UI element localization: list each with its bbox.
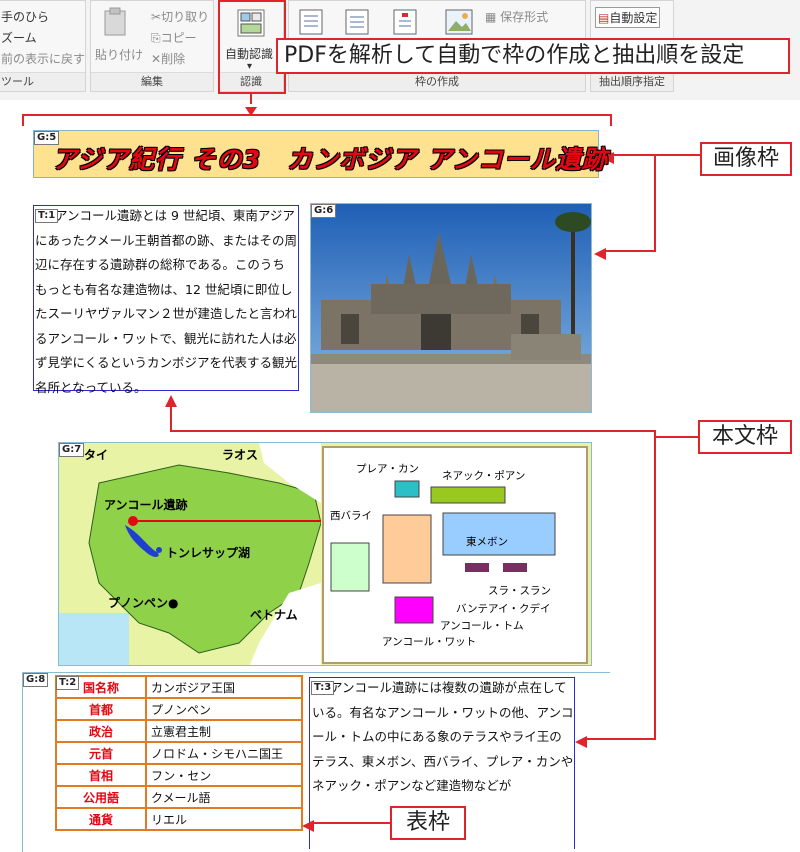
table-value-cell: プノンペン: [145, 697, 303, 721]
frame-tag-t3: T:3: [311, 681, 335, 695]
callout-line-text-1: [654, 436, 698, 438]
table-row: 国名称 カンボジア王国: [55, 675, 303, 699]
frame-tag-g5: G:5: [34, 131, 60, 145]
frame-tag-g8: G:8: [23, 673, 49, 687]
site-label-srah-srang: スラ・スラン: [488, 585, 551, 597]
arrow-left-icon: [575, 733, 587, 752]
clipboard-icon[interactable]: [103, 7, 129, 41]
angkor-wat-photo: [311, 204, 591, 412]
map-label-tonle-sap: トンレサップ湖: [166, 546, 251, 560]
site-label-angkor-wat: アンコール・ワット: [382, 636, 477, 648]
map-label-vietnam: ベトナム: [250, 608, 298, 622]
image-frame-g6[interactable]: [310, 203, 592, 413]
hand-tool-button[interactable]: 手のひら: [1, 8, 49, 25]
arrow-up-icon: [165, 392, 177, 411]
copy-button[interactable]: ⎘コピー: [151, 29, 197, 46]
table-key-cell: 首都: [55, 697, 147, 721]
frame-tag-g6: G:6: [311, 204, 337, 218]
tool-group-label: ツール: [0, 72, 85, 91]
table-value-cell: クメール語: [145, 785, 303, 809]
vertical-frame-icon[interactable]: [393, 9, 417, 39]
text-frame-t3-body: アンコール遺跡には複数の遺跡が点在している。有名なアンコール・ワットの他、アンコ…: [312, 680, 574, 793]
table-value-cell: 立憲君主制: [145, 719, 303, 743]
edit-group: 貼り付け ✂切り取り ⎘コピー ✕削除 編集: [90, 0, 214, 92]
table-key-cell: 首相: [55, 763, 147, 787]
image-frame-icon[interactable]: [445, 9, 473, 39]
callout-line-image-3: [604, 250, 656, 252]
info-table-body: 国名称 カンボジア王国 首都 プノンペン 政治 立憲君主制 元首 ノロドム・シモハニ国王 首相フ…: [55, 675, 303, 831]
table-key-cell: 元首: [55, 741, 147, 765]
callout-image-frame: 画像枠: [700, 142, 792, 176]
table-row: 元首 ノロドム・シモハニ国王: [55, 741, 303, 765]
copy-label: コピー: [160, 31, 197, 45]
table-key-cell: 公用語: [55, 785, 147, 809]
image-format-icon: ▦: [485, 10, 501, 24]
frame-tag-t1: T:1: [35, 209, 59, 223]
tooltip-auto-recognition: PDFを解析して自動で枠の作成と抽出順を設定: [276, 38, 790, 74]
site-label-preah-khan: プレア・カン: [356, 463, 419, 475]
frame-create-group-label: 枠の作成: [289, 72, 585, 91]
table-row: 政治 立憲君主制: [55, 719, 303, 743]
table-row: 公用語 クメール語: [55, 785, 303, 809]
text-frame-t1-body: アンコール遺跡とは 9 世紀頃、東南アジアにあったクメール王朝首都の跡、またはそ…: [35, 208, 298, 395]
copy-icon: ⎘: [151, 31, 161, 45]
frame-tag-t2: T:2: [56, 676, 80, 690]
table-row: 通貨 リエル: [55, 807, 303, 831]
tool-group: 手のひら ズーム 前の表示に戻す ツール: [0, 0, 86, 92]
bracket-right-tick: [610, 114, 612, 126]
callout-line-text-5: [584, 738, 656, 740]
table-value-cell: フン・セン: [145, 763, 303, 787]
table-value-cell: ノロドム・シモハニ国王: [145, 741, 303, 765]
site-label-banteay-kdei: バンテアイ・クデイ: [456, 603, 551, 615]
site-label-angkor-thom: アンコール・トム: [440, 620, 524, 632]
order-group-label: 抽出順序指定: [591, 72, 673, 91]
info-table-container: 国名称 カンボジア王国 首都 プノンペン 政治 立憲君主制 元首 ノロドム・シモハニ国王 首相フ…: [55, 675, 303, 831]
delete-x-icon: ✕: [151, 52, 162, 66]
order-icon: ▤: [598, 11, 610, 25]
table-value-cell: カンボジア王国: [145, 675, 303, 699]
map-label-phnom-penh: プノンペン●: [108, 596, 179, 610]
paste-button[interactable]: 貼り付け: [95, 46, 143, 63]
edit-group-label: 編集: [91, 72, 213, 91]
delete-label: 削除: [161, 52, 186, 66]
table-key-cell: 政治: [55, 719, 147, 743]
arrow-left-icon: [594, 245, 606, 264]
map-label-thailand: タイ: [84, 448, 109, 462]
scissors-icon: ✂: [151, 10, 162, 24]
bracket-left-tick: [22, 114, 24, 126]
cut-label: 切り取り: [161, 10, 210, 24]
table-row: 首都 プノンペン: [55, 697, 303, 721]
text-frame-icon[interactable]: [299, 9, 323, 39]
save-format-button[interactable]: ▦ 保存形式: [485, 8, 548, 25]
callout-line-image-1: [612, 154, 700, 156]
map-label-laos: ラオス: [222, 448, 259, 462]
back-view-button[interactable]: 前の表示に戻す: [1, 50, 85, 67]
table-key-cell: 通貨: [55, 807, 147, 831]
column-frame-icon[interactable]: [345, 9, 369, 39]
callout-line-text-2: [170, 430, 656, 432]
callout-line-image-2: [654, 154, 656, 252]
delete-button[interactable]: ✕削除: [151, 50, 185, 67]
site-label-neak-pean: ネアック・ポアン: [442, 470, 526, 482]
cut-button[interactable]: ✂切り取り: [151, 8, 209, 25]
frame-tag-g7: G:7: [59, 443, 85, 457]
callout-line-text-4: [654, 430, 656, 740]
map-label-angkor: アンコール遺跡: [104, 498, 188, 512]
arrow-left-icon: [302, 817, 314, 836]
callout-line-table: [312, 822, 390, 824]
site-label-east-mebon: 東メボン: [466, 536, 508, 548]
info-table: 国名称 カンボジア王国 首都 プノンペン 政治 立憲君主制 元首 ノロドム・シモハニ国王 首相フ…: [55, 675, 303, 831]
bracket-top-line: [22, 114, 612, 116]
auto-set-label: 自動設定: [609, 11, 658, 25]
auto-set-button[interactable]: ▤自動設定: [595, 7, 661, 28]
zoom-tool-button[interactable]: ズーム: [1, 29, 37, 46]
callout-table-frame: 表枠: [390, 806, 466, 840]
table-row: 首相 フン・セン: [55, 763, 303, 787]
page-title: アジア紀行 その3 カンボジア アンコール遺跡: [52, 145, 608, 174]
table-value-cell: リエル: [145, 807, 303, 831]
save-format-label: 保存形式: [500, 10, 549, 24]
callout-text-frame: 本文枠: [698, 420, 792, 454]
site-label-west-baray: 西バライ: [330, 510, 372, 522]
arrow-down-icon: [245, 102, 257, 121]
